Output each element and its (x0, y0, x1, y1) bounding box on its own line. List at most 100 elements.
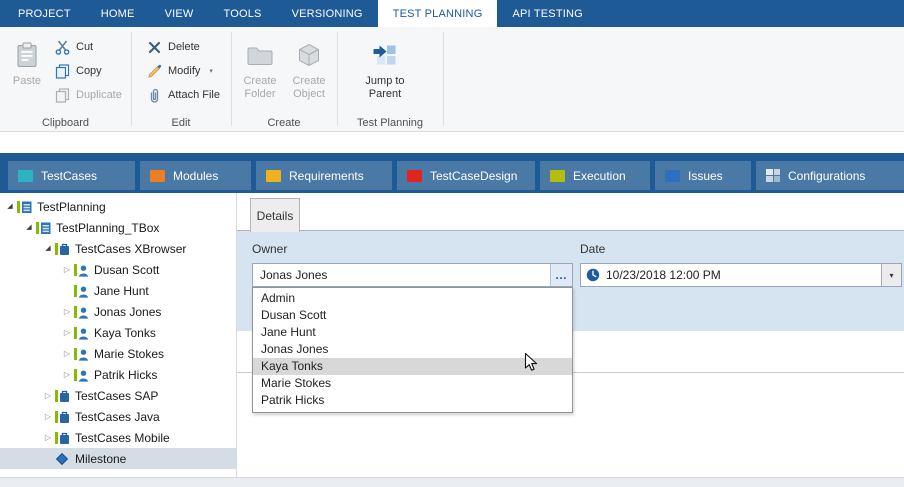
create-group-label: Create (231, 117, 337, 129)
expander-collapsed-icon[interactable]: ▷ (42, 434, 54, 442)
tab-label: TestCases (41, 169, 97, 183)
ribbon-tab-tools[interactable]: TOOLS (208, 0, 276, 27)
tree-item-kaya-tonks[interactable]: ▷ Kaya Tonks (0, 322, 236, 343)
tab-requirements[interactable]: Requirements (256, 161, 392, 190)
briefcase-icon (54, 430, 70, 446)
tab-configurations[interactable]: Configurations (756, 161, 904, 190)
tree-item-patrik-hicks[interactable]: ▷ Patrik Hicks (0, 364, 236, 385)
group-separator (443, 32, 444, 126)
configurations-icon (766, 169, 780, 182)
tree-item-label: Jonas Jones (94, 305, 161, 319)
expander-collapsed-icon[interactable]: ▷ (61, 308, 73, 316)
attach-file-button[interactable]: Attach File (142, 84, 220, 106)
dropdown-item-jane-hunt[interactable]: Jane Hunt (253, 324, 572, 341)
tree-item-jonas-jones[interactable]: ▷ Jonas Jones (0, 301, 236, 322)
briefcase-icon (54, 388, 70, 404)
tree-item-jane-hunt[interactable]: Jane Hunt (0, 280, 236, 301)
tree-item-testcases-java[interactable]: ▷ TestCases Java (0, 406, 236, 427)
expander-expanded-icon[interactable]: ◢ (23, 224, 35, 231)
tab-label: TestCaseDesign (430, 169, 517, 183)
tree-item-label: Marie Stokes (94, 347, 164, 361)
tree-item-milestone[interactable]: Milestone (0, 448, 236, 469)
dropdown-item-jonas-jones[interactable]: Jonas Jones (253, 341, 572, 358)
expander-collapsed-icon[interactable]: ▷ (61, 266, 73, 274)
tree-item-label: TestPlanning (37, 200, 106, 214)
tree-item-label: Patrik Hicks (94, 368, 157, 382)
dropdown-item-kaya-tonks[interactable]: Kaya Tonks (253, 358, 572, 375)
ribbon-toolbar: Paste Cut Copy Duplicate Clipboard (0, 27, 904, 132)
tree-item-dusan-scott[interactable]: ▷ Dusan Scott (0, 259, 236, 280)
tab-modules[interactable]: Modules (140, 161, 251, 190)
cut-button[interactable]: Cut (50, 36, 93, 58)
jump-to-parent-button[interactable]: Jump to Parent (357, 32, 413, 110)
app-window: PROJECT HOME VIEW TOOLS VERSIONING TEST … (0, 0, 904, 487)
person-icon (73, 283, 89, 299)
modify-label: Modify (168, 65, 200, 77)
milestone-diamond-icon (54, 451, 70, 467)
ribbon-tab-project[interactable]: PROJECT (3, 0, 86, 27)
ribbon-tab-test-planning[interactable]: TEST PLANNING (378, 0, 498, 27)
ribbon-tab-versioning[interactable]: VERSIONING (277, 0, 378, 27)
tab-issues[interactable]: Issues (655, 161, 751, 190)
modify-button[interactable]: Modify ▾ (142, 60, 213, 82)
requirements-icon (266, 170, 281, 182)
expander-collapsed-icon[interactable]: ▷ (61, 371, 73, 379)
tab-execution[interactable]: Execution (540, 161, 650, 190)
paste-icon (17, 38, 37, 72)
ribbon-tab-bar: PROJECT HOME VIEW TOOLS VERSIONING TEST … (0, 0, 904, 27)
test-planning-tree: ◢ TestPlanning ◢ TestPlanning_TBox ◢ Tes… (0, 193, 237, 478)
tab-label: Modules (173, 169, 218, 183)
tab-label: Issues (688, 169, 723, 183)
ribbon-tab-api-testing[interactable]: API TESTING (497, 0, 597, 27)
owner-ellipsis-button[interactable]: … (550, 264, 572, 286)
person-icon (73, 304, 89, 320)
dropdown-item-admin[interactable]: Admin (253, 290, 572, 307)
tree-item-label: Kaya Tonks (94, 326, 156, 340)
expander-collapsed-icon[interactable]: ▷ (42, 413, 54, 421)
modules-icon (150, 170, 165, 182)
dropdown-item-marie-stokes[interactable]: Marie Stokes (253, 375, 572, 392)
expander-collapsed-icon[interactable]: ▷ (42, 392, 54, 400)
paste-label: Paste (13, 75, 41, 88)
tab-testcases[interactable]: TestCases (8, 161, 135, 190)
owner-dropdown-list: Admin Dusan Scott Jane Hunt Jonas Jones … (252, 287, 573, 413)
pencil-icon (146, 63, 162, 79)
expander-expanded-icon[interactable]: ◢ (42, 245, 54, 252)
ribbon-tab-home[interactable]: HOME (86, 0, 150, 27)
tree-item-label: TestCases SAP (75, 389, 158, 403)
tab-testcasedesign[interactable]: TestCaseDesign (397, 161, 535, 190)
ribbon-tab-view[interactable]: VIEW (150, 0, 209, 27)
duplicate-icon (54, 87, 70, 103)
date-dropdown-button[interactable]: ▾ (881, 264, 901, 286)
tab-label: Requirements (289, 169, 364, 183)
expander-expanded-icon[interactable]: ◢ (4, 203, 16, 210)
tab-label: Configurations (788, 169, 865, 183)
expander-collapsed-icon[interactable]: ▷ (61, 350, 73, 358)
copy-button[interactable]: Copy (50, 60, 102, 82)
copy-icon (54, 63, 70, 79)
tree-item-label: Milestone (75, 452, 126, 466)
briefcase-icon (54, 241, 70, 257)
tree-item-testcases-mobile[interactable]: ▷ TestCases Mobile (0, 427, 236, 448)
tree-item-testcases-sap[interactable]: ▷ TestCases SAP (0, 385, 236, 406)
clock-icon (586, 268, 600, 282)
briefcase-icon (54, 409, 70, 425)
tab-details[interactable]: Details (250, 198, 300, 232)
owner-combobox-value: Jonas Jones (253, 268, 550, 282)
tree-item-testplanning-tbox[interactable]: ◢ TestPlanning_TBox (0, 217, 236, 238)
delete-button[interactable]: Delete (142, 36, 200, 58)
testcases-icon (18, 170, 33, 182)
module-tab-bar: TestCases Modules Requirements TestCaseD… (0, 153, 904, 193)
group-separator (231, 32, 232, 126)
delete-x-icon (146, 39, 162, 55)
dropdown-item-patrik-hicks[interactable]: Patrik Hicks (253, 392, 572, 409)
tree-item-testcases-xbrowser[interactable]: ◢ TestCases XBrowser (0, 238, 236, 259)
expander-collapsed-icon[interactable]: ▷ (61, 329, 73, 337)
tree-item-testplanning[interactable]: ◢ TestPlanning (0, 196, 236, 217)
tree-item-marie-stokes[interactable]: ▷ Marie Stokes (0, 343, 236, 364)
modify-dropdown-icon[interactable]: ▾ (209, 67, 213, 75)
owner-combobox[interactable]: Jonas Jones … (252, 263, 573, 287)
jump-to-parent-label: Jump to Parent (357, 75, 413, 101)
dropdown-item-dusan-scott[interactable]: Dusan Scott (253, 307, 572, 324)
date-picker[interactable]: 10/23/2018 12:00 PM ▾ (580, 263, 902, 287)
